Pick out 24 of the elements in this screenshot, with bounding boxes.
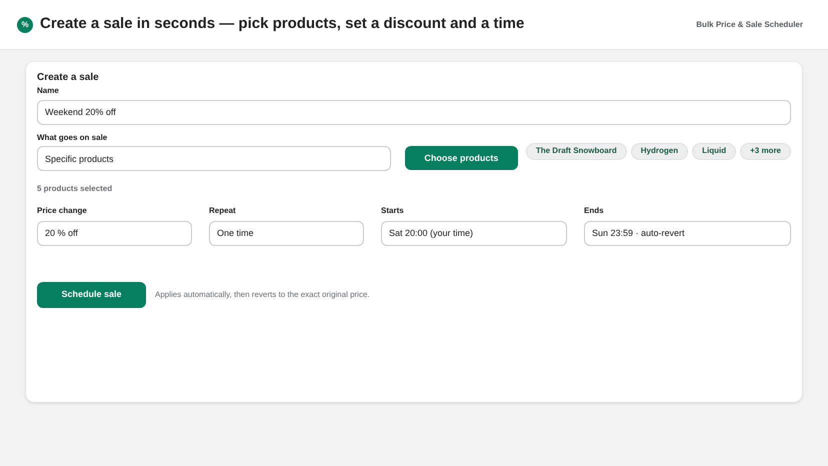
text-field[interactable]: Specific products [37,146,391,171]
hint-text: Applies automatically, then reverts to the exact original price. [155,288,370,300]
text-field[interactable]: One time [209,220,364,246]
product-chip: Hydrogen [630,142,688,160]
page-title: Create a sale in seconds — pick products, set a discount and a time [40,14,524,34]
text-field[interactable]: Weekend 20% off [37,100,791,124]
product-chip: The Draft Snowboard [526,142,627,160]
selection-count: 5 products selected [37,183,114,195]
choose-products-button[interactable]: Choose products [404,146,518,170]
schedule-sale-button[interactable]: Schedule sale [37,282,146,308]
logo: % [17,16,33,32]
text-field[interactable]: 20 % off [37,220,192,246]
field-label: Starts [381,205,405,217]
product-chip: +3 more [740,142,791,160]
field-label: What goes on sale [37,132,108,144]
card-title: Create a sale [37,72,100,84]
field-label: Name [37,85,60,97]
text-field[interactable]: Sun 23:59 · auto-revert [584,220,791,246]
field-label: Price change [37,205,88,217]
app-name: Bulk Price & Sale Scheduler [696,18,803,30]
product-chip: Liquid [692,142,736,160]
field-label: Ends [584,205,605,217]
text-field[interactable]: Sat 20:00 (your time) [381,220,567,246]
field-label: Repeat [209,205,237,217]
